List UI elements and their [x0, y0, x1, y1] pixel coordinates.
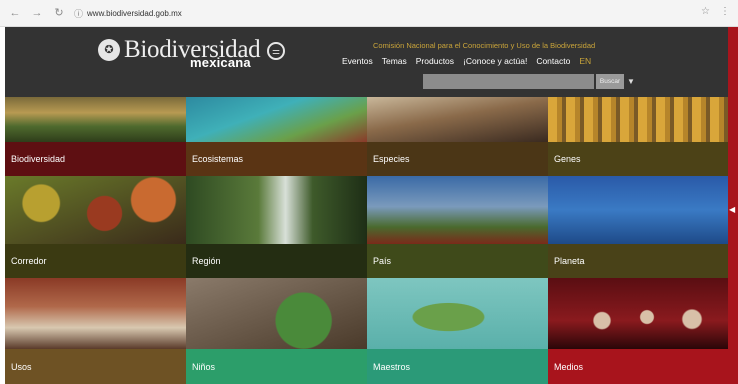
tile-image: [548, 278, 728, 349]
menu-item-temas[interactable]: Temas: [382, 56, 407, 66]
tile-image: [367, 278, 548, 349]
browser-actions: ☆ ⋮: [701, 6, 730, 17]
tile-caption: Corredor: [5, 244, 186, 278]
tile-caption: Usos: [5, 349, 186, 384]
tile-image: [186, 278, 367, 349]
arrow-right-icon[interactable]: →: [30, 6, 44, 20]
tile-caption: Genes: [548, 142, 728, 176]
tile-image: [548, 97, 728, 142]
organization-name: Comisión Nacional para el Conocimiento y…: [373, 41, 596, 50]
tile-ecosistemas[interactable]: Ecosistemas: [186, 97, 367, 176]
arrow-left-icon[interactable]: ←: [8, 6, 22, 20]
tile-image: [5, 176, 186, 244]
tile-pais[interactable]: País: [367, 176, 548, 278]
tile-image: [548, 176, 728, 244]
seal-icon: ⚌: [267, 42, 285, 60]
tile-medios[interactable]: Medios: [548, 278, 728, 384]
tile-caption: Región: [186, 244, 367, 278]
tile-caption: País: [367, 244, 548, 278]
category-grid: Biodiversidad Ecosistemas Especies Genes…: [5, 97, 728, 384]
logo-text: Biodiversidad mexicana: [124, 36, 261, 76]
menu-item-productos[interactable]: Productos: [416, 56, 454, 66]
tile-caption: Ecosistemas: [186, 142, 367, 176]
tile-especies[interactable]: Especies: [367, 97, 548, 176]
site: ✪ Biodiversidad mexicana ⚌ Comisión Naci…: [5, 27, 728, 384]
gear-badge-icon: ✪: [98, 39, 120, 61]
tile-caption: Planeta: [548, 244, 728, 278]
tile-corredor[interactable]: Corredor: [5, 176, 186, 278]
tile-usos[interactable]: Usos: [5, 278, 186, 384]
menu-item-contacto[interactable]: Contacto: [536, 56, 570, 66]
tile-caption: Especies: [367, 142, 548, 176]
bookmark-star-icon[interactable]: ☆: [701, 6, 710, 17]
tile-genes[interactable]: Genes: [548, 97, 728, 176]
tile-caption: Maestros: [367, 349, 548, 384]
chevron-down-icon[interactable]: ▼: [627, 74, 635, 89]
site-logo[interactable]: ✪ Biodiversidad mexicana ⚌: [98, 36, 285, 76]
tile-ninos[interactable]: Niños: [186, 278, 367, 384]
logo-sub-text: mexicana: [190, 55, 251, 70]
tile-image: [186, 97, 367, 142]
menu-dots-icon[interactable]: ⋮: [720, 6, 730, 17]
menu-item-conoce[interactable]: ¡Conoce y actúa!: [463, 56, 527, 66]
search-button[interactable]: Buscar: [596, 74, 624, 89]
reload-icon[interactable]: ↻: [52, 6, 66, 20]
tile-caption: Biodiversidad: [5, 142, 186, 176]
tile-image: [186, 176, 367, 244]
tile-region[interactable]: Región: [186, 176, 367, 278]
tile-caption: Niños: [186, 349, 367, 384]
browser-toolbar: ← → ↻ ⓘ www.biodiversidad.gob.mx ☆ ⋮: [0, 0, 738, 27]
tile-image: [5, 278, 186, 349]
tile-caption: Medios: [548, 349, 728, 384]
address-bar[interactable]: ⓘ www.biodiversidad.gob.mx: [74, 4, 714, 22]
tile-biodiversidad[interactable]: Biodiversidad: [5, 97, 186, 176]
language-toggle[interactable]: EN: [579, 56, 591, 66]
search-input[interactable]: [423, 74, 594, 89]
menu-item-eventos[interactable]: Eventos: [342, 56, 373, 66]
main-menu: Eventos Temas Productos ¡Conoce y actúa!…: [342, 56, 591, 66]
tile-image: [367, 97, 548, 142]
tile-planeta[interactable]: Planeta: [548, 176, 728, 278]
info-icon: ⓘ: [74, 8, 84, 19]
tile-image: [367, 176, 548, 244]
site-header: ✪ Biodiversidad mexicana ⚌ Comisión Naci…: [5, 27, 728, 97]
url-text: www.biodiversidad.gob.mx: [87, 8, 182, 18]
arrow-left-icon[interactable]: ◀: [729, 205, 735, 214]
tile-maestros[interactable]: Maestros: [367, 278, 548, 384]
tile-image: [5, 97, 186, 142]
